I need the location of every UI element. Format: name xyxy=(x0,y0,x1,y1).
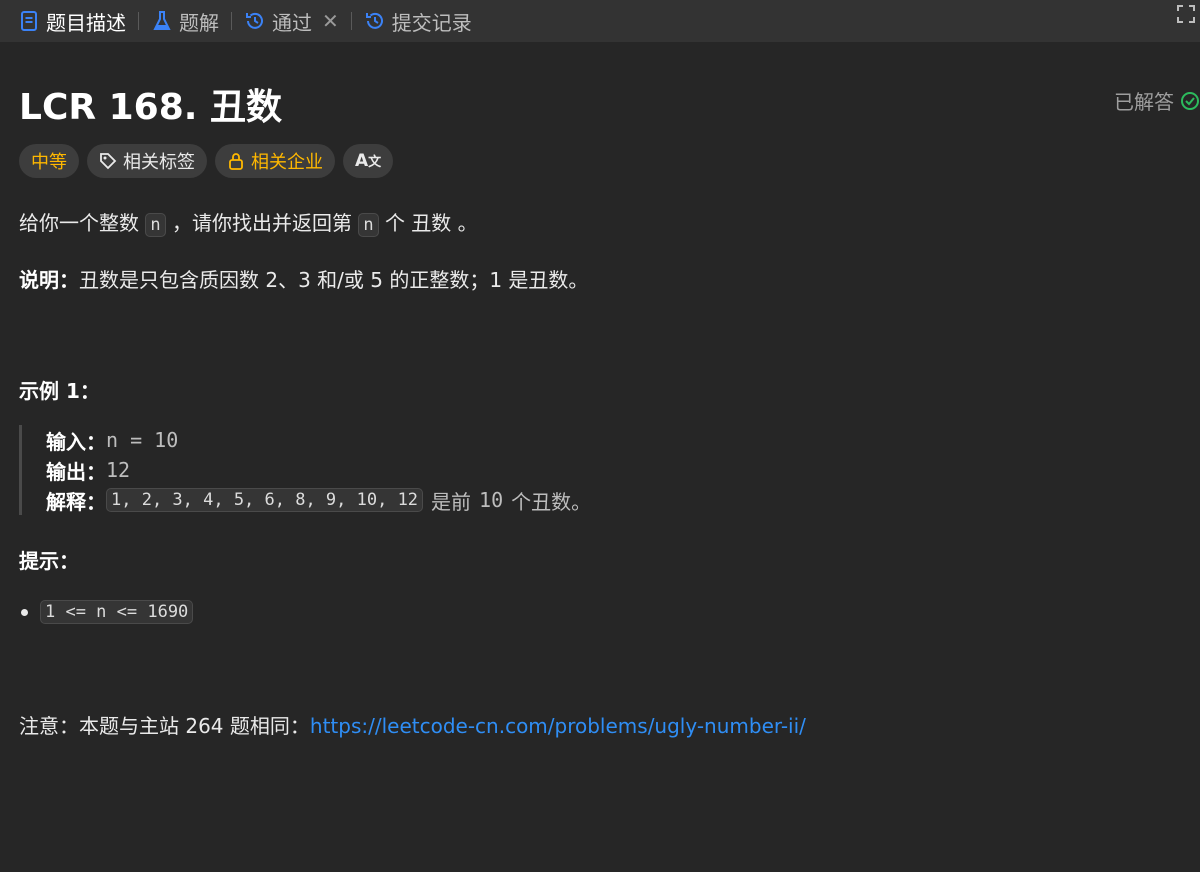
topics-tag-label: 相关标签 xyxy=(123,152,195,173)
difficulty-label: 中等 xyxy=(31,152,67,173)
example-input: 输入： n = 10 xyxy=(46,428,179,454)
problem-description: 给你一个整数 n ，请你找出并返回第 n 个 丑数 。 xyxy=(19,211,478,237)
flask-icon xyxy=(151,10,173,32)
translate-icon: A文 xyxy=(355,151,382,171)
footer-note: 注意：本题与主站 264 题相同：https://leetcode-cn.com… xyxy=(19,714,806,738)
solved-status-label: 已解答 xyxy=(1114,90,1174,114)
tab-description-label: 题目描述 xyxy=(46,10,126,35)
example-explanation: 解释： 1, 2, 3, 4, 5, 6, 8, 9, 10, 12 是前 10… xyxy=(46,488,592,514)
bullet-dot xyxy=(21,608,28,616)
example-heading: 示例 1： xyxy=(19,379,100,403)
tab-description[interactable]: 题目描述 xyxy=(18,4,126,38)
inline-code: 1, 2, 3, 4, 5, 6, 8, 9, 10, 12 xyxy=(106,488,424,512)
topics-tag-button[interactable]: 相关标签 xyxy=(87,144,207,178)
document-icon xyxy=(18,10,40,32)
inline-code: 1 <= n <= 1690 xyxy=(40,600,194,624)
tab-submissions[interactable]: 提交记录 xyxy=(364,4,472,38)
difficulty-badge: 中等 xyxy=(19,144,79,178)
page-title: LCR 168. 丑数 xyxy=(19,87,282,128)
check-circle-icon xyxy=(1181,91,1199,110)
tab-separator xyxy=(231,12,232,30)
tab-separator xyxy=(138,12,139,30)
list-item: 1 <= n <= 1690 xyxy=(19,600,194,624)
history-icon xyxy=(244,10,266,32)
history-icon xyxy=(364,10,386,32)
tab-separator xyxy=(350,12,352,30)
example-block: 输入： n = 10 输出： 12 解释： 1, 2, 3, 4, 5, 6, … xyxy=(19,425,646,515)
tab-accepted-label: 通过 xyxy=(272,10,312,35)
inline-code: n xyxy=(145,213,166,237)
tag-row: 中等 相关标签 相关企业 A文 xyxy=(19,144,401,178)
hints-heading: 提示： xyxy=(19,549,79,573)
tab-submissions-label: 提交记录 xyxy=(391,10,472,35)
companies-tag-label: 相关企业 xyxy=(251,152,323,173)
title-row: LCR 168. 丑数 已解答 xyxy=(19,78,1200,128)
companies-tag-button[interactable]: 相关企业 xyxy=(215,144,335,178)
solved-status: 已解答 xyxy=(1114,86,1200,115)
translate-button[interactable]: A文 xyxy=(343,144,394,178)
lock-icon xyxy=(229,153,243,170)
tab-accepted[interactable]: 通过 ✕ xyxy=(244,4,339,38)
tab-solutions[interactable]: 题解 xyxy=(151,4,219,38)
fullscreen-icon[interactable] xyxy=(1176,4,1196,24)
ugly-number-term: 丑数 xyxy=(411,211,452,235)
tag-icon xyxy=(100,153,117,170)
main-site-link[interactable]: https://leetcode-cn.com/problems/ugly-nu… xyxy=(310,714,806,738)
tab-bar: 题目描述 题解 通过 ✕ 提交记录 xyxy=(0,0,1200,42)
example-output: 输出： 12 xyxy=(46,458,131,484)
tab-solutions-label: 题解 xyxy=(179,10,219,35)
inline-code: n xyxy=(358,213,379,237)
problem-note: 说明：丑数是只包含质因数 2、3 和/或 5 的正整数；1 是丑数。 xyxy=(19,268,589,292)
close-icon[interactable]: ✕ xyxy=(322,9,339,33)
